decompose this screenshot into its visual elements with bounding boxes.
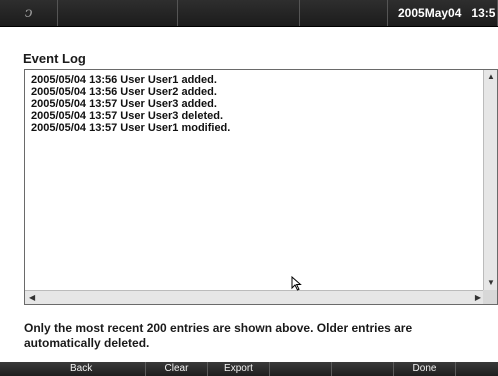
event-log-list[interactable]: 2005/05/04 13:56 User User1 added. 2005/…	[24, 69, 498, 305]
log-entry: 2005/05/04 13:57 User User1 modified.	[31, 122, 231, 134]
log-entry: 2005/05/04 13:57 User User3 deleted.	[31, 110, 224, 122]
clear-button[interactable]: Clear	[146, 362, 208, 376]
mouse-pointer-icon	[291, 276, 302, 291]
scroll-left-arrow-icon[interactable]: ◀	[29, 294, 35, 302]
back-button[interactable]: Back	[0, 362, 146, 376]
datetime-display: 2005May04 13:5	[388, 0, 498, 26]
status-cell-empty	[178, 0, 300, 26]
event-log-text: 2005/05/04 13:56 User User1 added. 2005/…	[31, 74, 230, 134]
log-info-note: Only the most recent 200 entries are sho…	[24, 321, 413, 350]
status-cell-empty	[300, 0, 388, 26]
done-button[interactable]: Done	[394, 362, 456, 376]
vertical-scrollbar[interactable]: ▲ ▼	[483, 70, 497, 290]
empty-softkey	[456, 362, 498, 376]
export-button[interactable]: Export	[208, 362, 270, 376]
date-text: 2005May04	[398, 6, 462, 20]
empty-softkey	[332, 362, 394, 376]
log-entry: 2005/05/04 13:57 User User3 added.	[31, 98, 217, 110]
status-cell-empty	[58, 0, 178, 26]
top-status-bar: ↄ 2005May04 13:5	[0, 0, 498, 27]
scrollbar-corner	[483, 290, 497, 304]
time-text: 13:5	[471, 6, 496, 20]
scroll-right-arrow-icon[interactable]: ▶	[475, 294, 481, 302]
page-title: Event Log	[23, 51, 86, 66]
log-entry: 2005/05/04 13:56 User User1 added.	[31, 74, 217, 86]
scroll-up-arrow-icon[interactable]: ▲	[487, 73, 495, 81]
horizontal-scrollbar[interactable]: ◀ ▶	[25, 290, 497, 304]
empty-softkey	[270, 362, 332, 376]
logo-icon: ↄ	[0, 0, 58, 26]
scroll-down-arrow-icon[interactable]: ▼	[487, 279, 495, 287]
log-entry: 2005/05/04 13:56 User User2 added.	[31, 86, 217, 98]
bottom-button-bar: Back Clear Export Done	[0, 362, 498, 376]
